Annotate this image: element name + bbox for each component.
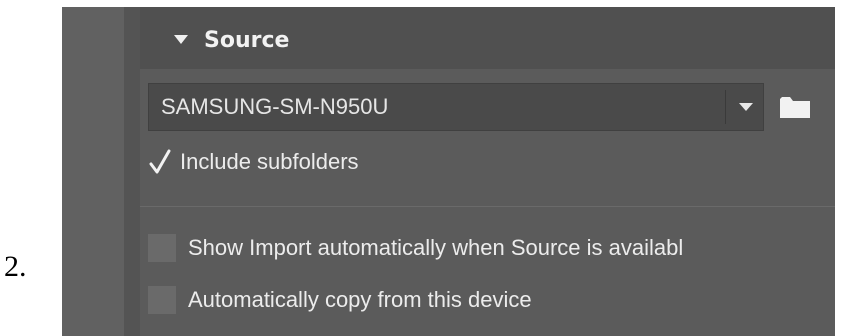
left-panel-strip bbox=[62, 7, 124, 336]
import-dialog-screenshot: Source SAMSUNG-SM-N950U Include subfolde… bbox=[62, 7, 835, 336]
auto-copy-option[interactable]: Automatically copy from this device bbox=[148, 285, 532, 315]
select-divider bbox=[725, 90, 726, 124]
section-title: Source bbox=[204, 28, 290, 53]
panel-divider bbox=[124, 7, 140, 336]
source-section-header[interactable]: Source bbox=[140, 7, 835, 69]
auto-copy-checkbox[interactable] bbox=[148, 286, 176, 314]
section-separator bbox=[140, 206, 835, 207]
source-device-value: SAMSUNG-SM-N950U bbox=[161, 94, 389, 119]
show-import-checkbox[interactable] bbox=[148, 234, 176, 262]
source-panel: Source SAMSUNG-SM-N950U Include subfolde… bbox=[140, 7, 835, 336]
show-import-label: Show Import automatically when Source is… bbox=[188, 235, 684, 260]
folder-icon[interactable] bbox=[780, 96, 810, 118]
auto-copy-label: Automatically copy from this device bbox=[188, 287, 532, 312]
step-number: 2. bbox=[4, 250, 27, 283]
source-device-select[interactable]: SAMSUNG-SM-N950U bbox=[148, 83, 764, 131]
show-import-option[interactable]: Show Import automatically when Source is… bbox=[148, 233, 683, 263]
checkmark-icon[interactable] bbox=[148, 147, 172, 177]
include-subfolders-option[interactable]: Include subfolders bbox=[148, 147, 359, 177]
triangle-down-icon[interactable] bbox=[174, 35, 188, 44]
include-subfolders-label: Include subfolders bbox=[180, 149, 359, 174]
chevron-down-icon[interactable] bbox=[739, 103, 753, 111]
